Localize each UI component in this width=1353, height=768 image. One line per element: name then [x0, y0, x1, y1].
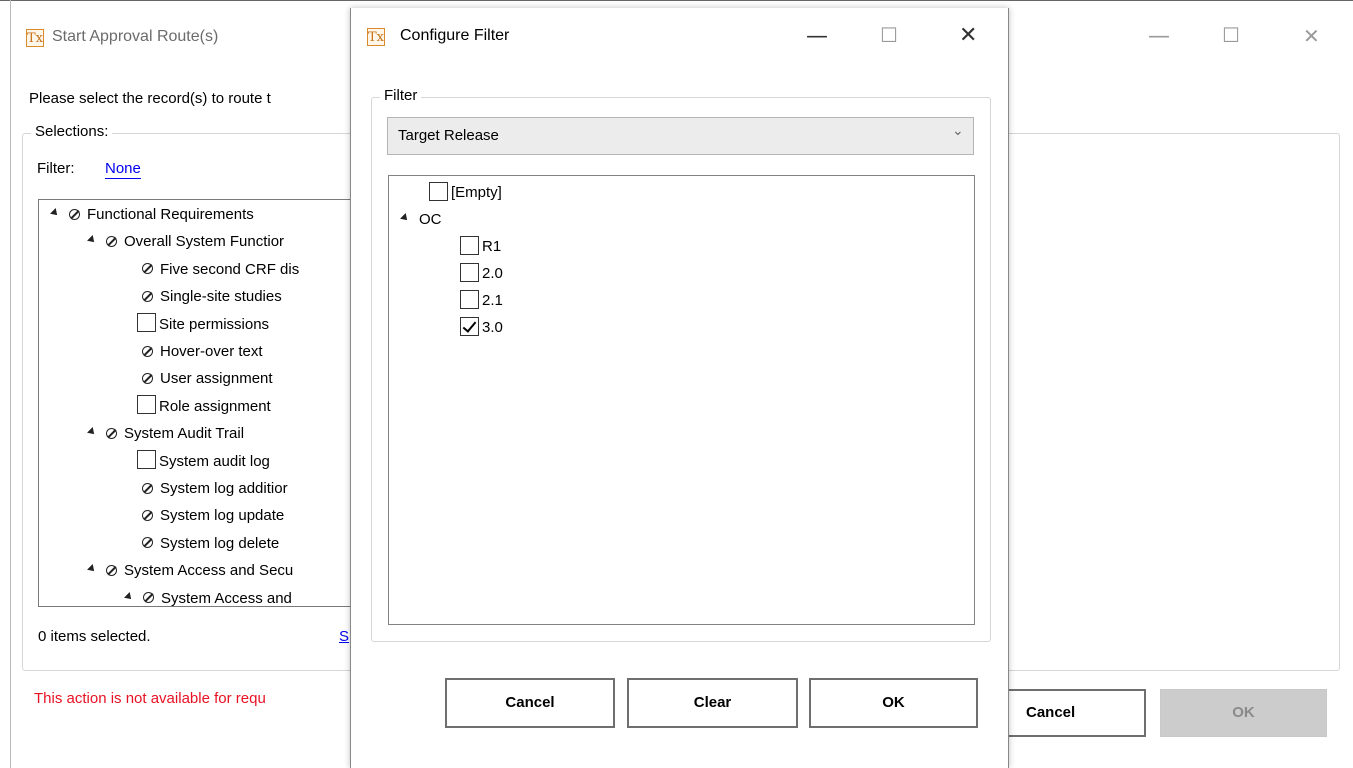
- cancel-button[interactable]: Cancel: [1000, 689, 1146, 737]
- filter-tree-row-label: 2.1: [482, 292, 503, 309]
- tree-row-label: System Access and: [161, 589, 292, 607]
- tree-row-label: System Access and Secu: [124, 562, 294, 580]
- maximize-icon[interactable]: ☐: [1222, 23, 1240, 47]
- tree-row[interactable]: System audit log: [137, 449, 270, 475]
- filter-values-tree[interactable]: [Empty] OC R1 2.0 2.1 3.0: [388, 175, 975, 625]
- expand-triangle-icon[interactable]: [124, 591, 134, 602]
- tree-row[interactable]: System Access and: [124, 586, 292, 607]
- tree-row[interactable]: Hover-over text: [142, 339, 263, 365]
- tree-row[interactable]: Site permissions: [137, 312, 269, 338]
- tree-row-label: Hover-over text: [160, 343, 263, 360]
- not-allowed-icon: [142, 509, 153, 521]
- select-link[interactable]: S: [339, 628, 349, 645]
- items-selected-text: 0 items selected.: [38, 628, 151, 645]
- row-checkbox[interactable]: [137, 395, 156, 415]
- tree-row-label: Five second CRF dis: [160, 260, 300, 278]
- window-title: Start Approval Route(s): [52, 28, 219, 45]
- dialog-maximize-icon[interactable]: ☐: [880, 23, 898, 47]
- dialog-ok-button[interactable]: OK: [809, 678, 978, 728]
- not-allowed-icon: [142, 290, 153, 302]
- tree-row[interactable]: System Access and Secu: [87, 558, 294, 584]
- checkbox[interactable]: [460, 289, 479, 309]
- not-allowed-icon: [142, 482, 153, 494]
- filter-tree-row[interactable]: 2.0: [460, 261, 503, 287]
- not-allowed-icon: [69, 208, 80, 220]
- row-checkbox[interactable]: [137, 313, 156, 333]
- not-allowed-icon: [106, 564, 117, 576]
- tree-row-label: System log update: [160, 507, 285, 525]
- filter-tree-row[interactable]: 3.0: [460, 315, 503, 341]
- ok-button[interactable]: OK: [1160, 689, 1327, 737]
- filter-tree-row-label: R1: [482, 238, 502, 255]
- expand-triangle-icon[interactable]: [87, 427, 97, 438]
- selection-tree[interactable]: Functional Requirements Overall System Fu…: [38, 199, 360, 607]
- close-icon[interactable]: ✕: [1303, 24, 1320, 48]
- tree-row-label: System Audit Trail: [124, 425, 245, 443]
- tree-row[interactable]: System log additior: [142, 476, 288, 502]
- window-border-top: [0, 0, 1353, 1]
- checkbox[interactable]: [460, 262, 479, 282]
- tree-row[interactable]: Single-site studies: [142, 284, 282, 310]
- tree-row-label: User assignment: [160, 370, 273, 388]
- filter-tree-row[interactable]: R1: [460, 234, 501, 260]
- not-allowed-icon: [142, 372, 153, 384]
- minimize-icon[interactable]: —: [1148, 24, 1170, 49]
- filter-legend: Filter: [380, 87, 422, 104]
- expand-triangle-icon[interactable]: [50, 208, 60, 218]
- filter-tree-row[interactable]: [Empty]: [429, 180, 502, 206]
- tree-row-label: System audit log: [159, 452, 270, 470]
- dropdown-value: Target Release: [398, 127, 499, 144]
- configure-filter-dialog: Tx Configure Filter — ☐ ✕ Filter Target …: [350, 8, 1009, 768]
- window-border-left: [10, 0, 11, 768]
- checkbox[interactable]: [429, 181, 448, 201]
- checkbox[interactable]: [460, 235, 479, 255]
- filter-tree-row-label: 2.0: [482, 265, 503, 282]
- filter-label: Filter:: [37, 160, 75, 177]
- not-allowed-icon: [142, 263, 153, 275]
- tree-row-label: Overall System Functior: [124, 233, 285, 251]
- instruction-text: Please select the record(s) to route t: [29, 90, 271, 107]
- tree-row[interactable]: Five second CRF dis: [142, 257, 299, 283]
- selections-legend: Selections:: [31, 123, 113, 140]
- tree-row-label: Single-site studies: [160, 288, 282, 306]
- row-checkbox[interactable]: [137, 450, 156, 470]
- filter-tree-row[interactable]: OC: [400, 207, 442, 233]
- dialog-logo-icon: Tx: [367, 28, 385, 46]
- tree-row[interactable]: Role assignment: [137, 394, 271, 420]
- dialog-minimize-icon[interactable]: —: [806, 24, 828, 49]
- checked-checkbox[interactable]: [460, 316, 479, 336]
- expand-triangle-icon[interactable]: [400, 213, 410, 223]
- expand-triangle-icon[interactable]: [87, 564, 97, 575]
- tree-row[interactable]: Functional Requirements: [50, 202, 254, 228]
- filter-field-dropdown[interactable]: Target Release ⌄: [387, 117, 974, 155]
- tree-row-label: Functional Requirements: [87, 206, 254, 223]
- tree-row[interactable]: System Audit Trail: [87, 421, 245, 447]
- tree-row[interactable]: System log update: [142, 503, 284, 529]
- not-allowed-icon: [143, 592, 154, 604]
- filter-tree-row[interactable]: 2.1: [460, 288, 503, 314]
- tree-row-label: System log additior: [160, 480, 288, 497]
- filter-tree-row-label: 3.0: [482, 319, 503, 336]
- dialog-cancel-button[interactable]: Cancel: [445, 678, 615, 728]
- dialog-title: Configure Filter: [400, 27, 510, 44]
- dialog-clear-button[interactable]: Clear: [627, 678, 798, 728]
- not-allowed-icon: [142, 537, 153, 549]
- not-allowed-icon: [106, 235, 117, 247]
- chevron-down-icon: ⌄: [952, 122, 964, 138]
- tree-row[interactable]: Overall System Functior: [87, 229, 285, 255]
- app-logo-icon: Tx: [26, 29, 44, 47]
- dialog-close-icon[interactable]: ✕: [959, 23, 977, 48]
- filter-link[interactable]: None: [105, 160, 141, 179]
- tree-row[interactable]: System log delete: [142, 531, 279, 557]
- tree-row-label: Role assignment: [159, 397, 271, 415]
- error-message: This action is not available for requ: [34, 690, 266, 707]
- not-allowed-icon: [106, 427, 117, 439]
- filter-tree-row-label: OC: [419, 211, 442, 228]
- tree-row-label: Site permissions: [159, 315, 270, 333]
- not-allowed-icon: [142, 345, 153, 357]
- filter-tree-row-label: [Empty]: [451, 184, 502, 201]
- expand-triangle-icon[interactable]: [87, 235, 97, 246]
- tree-row-label: System log delete: [160, 534, 280, 552]
- tree-row[interactable]: User assignment: [142, 366, 273, 392]
